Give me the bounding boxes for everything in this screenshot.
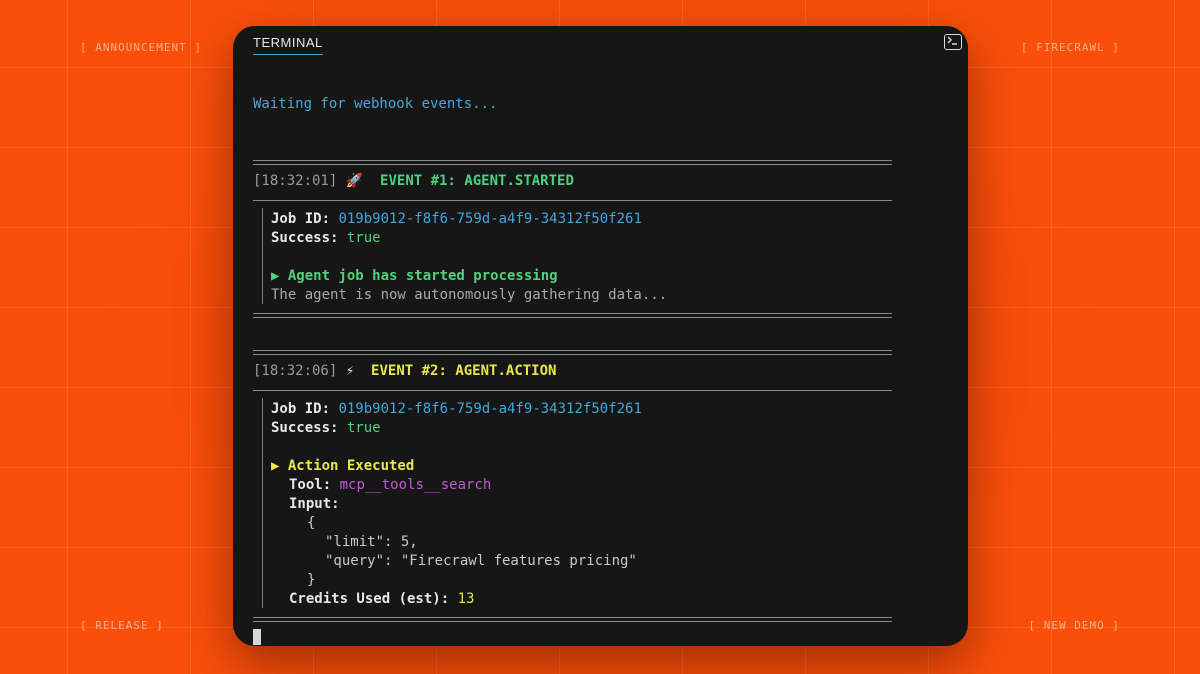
success-value: true: [346, 420, 381, 436]
json-open: {: [307, 515, 316, 531]
corner-label-release: [ RELEASE ]: [80, 619, 164, 632]
tool-line: Tool: mcp__tools__search: [289, 477, 492, 493]
event-detail: The agent is now autonomously gathering …: [271, 287, 668, 303]
terminal-window: TERMINAL Waiting for webhook events... […: [233, 26, 968, 646]
success-line: Success: true: [271, 420, 381, 436]
corner-label-announcement: [ ANNOUNCEMENT ]: [80, 41, 202, 54]
input-label: Input:: [289, 496, 340, 512]
event-heading: ▶ Action Executed: [271, 458, 415, 474]
job-id-line: Job ID: 019b9012-f8f6-759d-a4f9-34312f50…: [271, 211, 642, 227]
tab-terminal[interactable]: TERMINAL: [253, 35, 323, 55]
event-timestamp: [18:32:06]: [253, 363, 338, 379]
json-limit: "limit": 5,: [325, 534, 418, 550]
event-divider: [253, 200, 892, 201]
event-2-header: [18:32:06] ⚡ EVENT #2: AGENT.ACTION: [253, 362, 556, 381]
terminal-cursor: [253, 629, 261, 645]
corner-label-firecrawl: [ FIRECRAWL ]: [1020, 41, 1120, 54]
json-close: }: [307, 572, 316, 588]
json-query: "query": "Firecrawl features pricing": [325, 553, 637, 569]
job-id-line: Job ID: 019b9012-f8f6-759d-a4f9-34312f50…: [271, 401, 642, 417]
credits-line: Credits Used (est): 13: [289, 591, 475, 607]
success-line: Success: true: [271, 230, 381, 246]
waiting-message: Waiting for webhook events...: [253, 96, 498, 112]
event-title: EVENT #1: AGENT.STARTED: [380, 173, 574, 189]
event-divider: [253, 160, 892, 165]
event-divider: [253, 390, 892, 391]
event-heading: ▶ Agent job has started processing: [271, 268, 558, 284]
credits-value: 13: [457, 591, 475, 607]
rocket-icon: 🚀: [345, 173, 364, 189]
event-divider: [253, 350, 892, 355]
terminal-icon[interactable]: [944, 34, 962, 50]
tool-value: mcp__tools__search: [339, 477, 492, 493]
event-border: [262, 208, 263, 304]
event-divider: [253, 617, 892, 622]
lightning-icon: ⚡: [345, 363, 355, 379]
event-divider: [253, 313, 892, 318]
job-id-value: 019b9012-f8f6-759d-a4f9-34312f50f261: [338, 401, 642, 417]
job-id-value: 019b9012-f8f6-759d-a4f9-34312f50f261: [338, 211, 642, 227]
event-title: EVENT #2: AGENT.ACTION: [371, 363, 557, 379]
success-value: true: [346, 230, 381, 246]
event-timestamp: [18:32:01]: [253, 173, 338, 189]
event-1-header: [18:32:01] 🚀 EVENT #1: AGENT.STARTED: [253, 172, 574, 191]
corner-label-new-demo: [ NEW DEMO ]: [1028, 619, 1120, 632]
event-border: [262, 398, 263, 608]
